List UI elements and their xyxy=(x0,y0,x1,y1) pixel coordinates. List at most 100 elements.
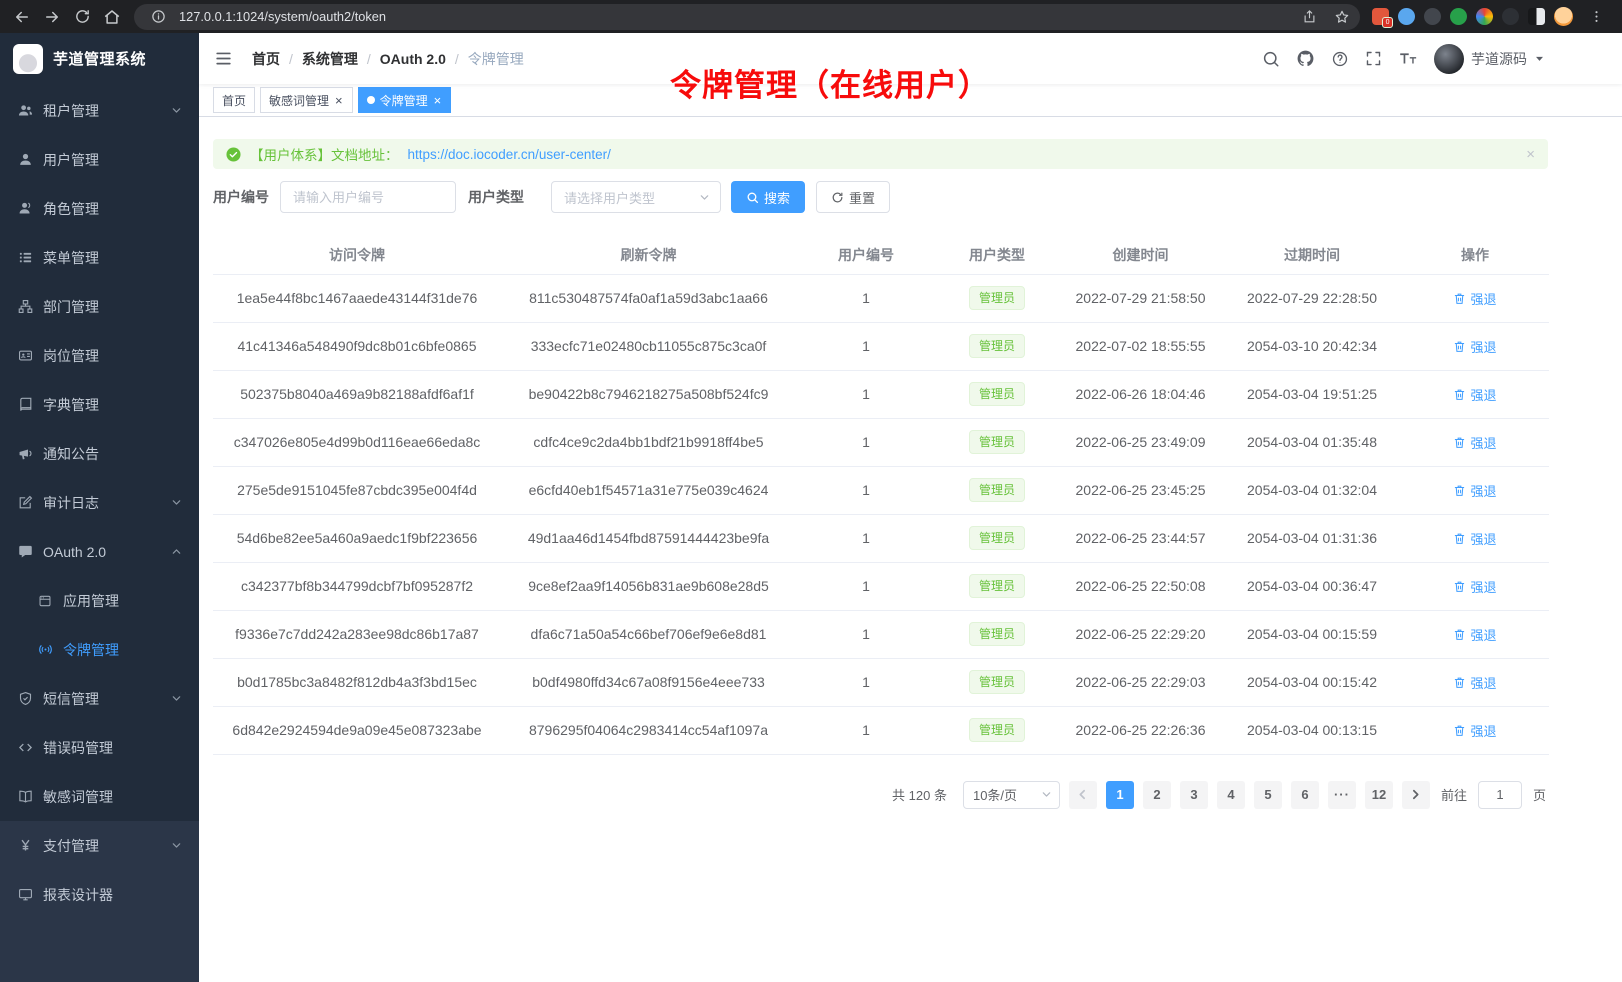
browser-reload-icon[interactable] xyxy=(68,3,96,31)
search-icon[interactable] xyxy=(1262,50,1280,68)
font-size-icon[interactable] xyxy=(1398,50,1418,67)
info-icon[interactable] xyxy=(146,5,170,29)
tab-sensitive-word[interactable]: 敏感词管理× xyxy=(260,87,353,113)
refresh-token-cell: 333ecfc71e02480cb11055c875c3ca0f xyxy=(501,322,796,370)
sidebar-item-audit-log[interactable]: 审计日志 xyxy=(0,478,199,527)
force-logout-button[interactable]: 强退 xyxy=(1453,289,1496,308)
badge-icon xyxy=(17,348,33,363)
bookmark-star-icon[interactable] xyxy=(1330,5,1354,29)
user-type-badge: 管理员 xyxy=(969,526,1025,550)
user-menu[interactable]: 芋道源码 xyxy=(1434,44,1545,74)
search-button[interactable]: 搜索 xyxy=(731,181,805,213)
breadcrumb-item-1[interactable]: 首页 xyxy=(252,49,280,69)
annotation-text: 令牌管理（在线用户） xyxy=(670,69,990,103)
sidebar-item-role[interactable]: 角色管理 xyxy=(0,184,199,233)
alert-close-icon[interactable]: × xyxy=(1526,146,1535,163)
page-button-6[interactable]: 6 xyxy=(1291,781,1319,809)
sidebar-item-tenant[interactable]: 租户管理 xyxy=(0,86,199,135)
force-logout-button[interactable]: 强退 xyxy=(1453,577,1496,596)
page-button-4[interactable]: 4 xyxy=(1217,781,1245,809)
sidebar-item-error-code[interactable]: 错误码管理 xyxy=(0,723,199,772)
extension-icon-3[interactable] xyxy=(1424,8,1441,25)
browser-forward-icon[interactable] xyxy=(38,3,66,31)
sidebar-item-oauth2[interactable]: OAuth 2.0 xyxy=(0,527,199,576)
user-id-cell: 1 xyxy=(796,610,936,658)
extension-icon-5[interactable] xyxy=(1476,8,1493,25)
goto-label: 前往 xyxy=(1441,785,1467,804)
column-header-5: 创建时间 xyxy=(1058,237,1223,274)
sidebar-item-label: 支付管理 xyxy=(43,836,99,856)
sidebar-item-report-designer[interactable]: 报表设计器 xyxy=(0,870,199,919)
url-bar[interactable]: 127.0.0.1:1024/system/oauth2/token xyxy=(134,4,1360,30)
tab-home[interactable]: 首页 xyxy=(213,87,255,113)
browser-home-icon[interactable] xyxy=(98,3,126,31)
page-button-2[interactable]: 2 xyxy=(1143,781,1171,809)
browser-profile-avatar[interactable] xyxy=(1554,7,1573,26)
page-button-1[interactable]: 1 xyxy=(1106,781,1134,809)
reset-button[interactable]: 重置 xyxy=(816,181,890,213)
access-token-cell: c342377bf8b344799dcbf7bf095287f2 xyxy=(213,562,501,610)
extension-icon-2[interactable] xyxy=(1398,8,1415,25)
refresh-token-cell: 49d1aa46d1454fbd87591444423be9fa xyxy=(501,514,796,562)
page-button-3[interactable]: 3 xyxy=(1180,781,1208,809)
user-type-select[interactable]: 请选择用户类型 xyxy=(551,181,721,213)
sidebar-item-label: 部门管理 xyxy=(43,297,99,317)
sidebar-item-notice[interactable]: 通知公告 xyxy=(0,429,199,478)
page-button-12[interactable]: 12 xyxy=(1365,781,1393,809)
app-logo[interactable]: 芋道管理系统 xyxy=(0,33,199,84)
extension-icon-4[interactable] xyxy=(1450,8,1467,25)
sidebar-item-oauth2-token[interactable]: 令牌管理 xyxy=(0,625,199,674)
force-logout-button[interactable]: 强退 xyxy=(1453,433,1496,452)
expire-time-cell: 2054-03-04 19:51:25 xyxy=(1223,370,1401,418)
help-icon[interactable] xyxy=(1331,50,1349,68)
user-id-input[interactable] xyxy=(280,181,456,213)
user-id-label: 用户编号 xyxy=(213,187,269,207)
sidebar-item-dept[interactable]: 部门管理 xyxy=(0,282,199,331)
share-icon[interactable] xyxy=(1297,5,1321,29)
force-logout-button[interactable]: 强退 xyxy=(1453,673,1496,692)
sidebar-item-post[interactable]: 岗位管理 xyxy=(0,331,199,380)
force-logout-button[interactable]: 强退 xyxy=(1453,625,1496,644)
sidebar-item-sensitive-word[interactable]: 敏感词管理 xyxy=(0,772,199,821)
close-icon[interactable]: × xyxy=(334,94,344,107)
force-logout-button[interactable]: 强退 xyxy=(1453,529,1496,548)
breadcrumb-item-3[interactable]: OAuth 2.0 xyxy=(380,51,446,67)
megaphone-icon xyxy=(17,446,33,461)
sidebar-item-pay[interactable]: 支付管理 xyxy=(0,821,199,870)
created-time-cell: 2022-07-29 21:58:50 xyxy=(1058,274,1223,322)
sidebar-item-sms[interactable]: 短信管理 xyxy=(0,674,199,723)
next-page-button[interactable] xyxy=(1402,781,1430,809)
force-logout-button[interactable]: 强退 xyxy=(1453,337,1496,356)
extension-icon-1[interactable]: 0 xyxy=(1372,8,1389,25)
breadcrumb-item-2[interactable]: 系统管理 xyxy=(302,49,358,69)
trash-icon xyxy=(1453,484,1466,497)
sidebar-item-menu[interactable]: 菜单管理 xyxy=(0,233,199,282)
prev-page-button[interactable] xyxy=(1069,781,1097,809)
github-icon[interactable] xyxy=(1296,49,1315,68)
fullscreen-icon[interactable] xyxy=(1365,50,1382,67)
close-icon[interactable]: × xyxy=(433,94,443,107)
sidebar-item-label: 用户管理 xyxy=(43,150,99,170)
force-logout-button[interactable]: 强退 xyxy=(1453,385,1496,404)
sidebar-item-dict[interactable]: 字典管理 xyxy=(0,380,199,429)
sidebar-item-user[interactable]: 用户管理 xyxy=(0,135,199,184)
browser-menu-icon[interactable] xyxy=(1582,3,1610,31)
page-size-select[interactable]: 10条/页 xyxy=(963,781,1060,809)
action-cell: 强退 xyxy=(1401,514,1549,562)
tab-token[interactable]: 令牌管理× xyxy=(358,87,452,113)
browser-back-icon[interactable] xyxy=(8,3,36,31)
force-logout-button[interactable]: 强退 xyxy=(1453,721,1496,740)
role-icon xyxy=(17,201,33,216)
page-more-button[interactable]: ··· xyxy=(1328,781,1356,809)
breadcrumb-separator: / xyxy=(367,51,371,67)
chevron-down-icon xyxy=(1041,789,1052,800)
force-logout-button[interactable]: 强退 xyxy=(1453,481,1496,500)
sidebar-item-oauth2-application[interactable]: 应用管理 xyxy=(0,576,199,625)
sidebar-item-label: 租户管理 xyxy=(43,101,99,121)
goto-page-input[interactable] xyxy=(1478,781,1522,809)
extension-icon-7[interactable] xyxy=(1528,8,1545,25)
page-button-5[interactable]: 5 xyxy=(1254,781,1282,809)
hamburger-icon[interactable] xyxy=(214,49,233,68)
doc-link[interactable]: https://doc.iocoder.cn/user-center/ xyxy=(408,147,611,162)
extension-icon-6[interactable] xyxy=(1502,8,1519,25)
